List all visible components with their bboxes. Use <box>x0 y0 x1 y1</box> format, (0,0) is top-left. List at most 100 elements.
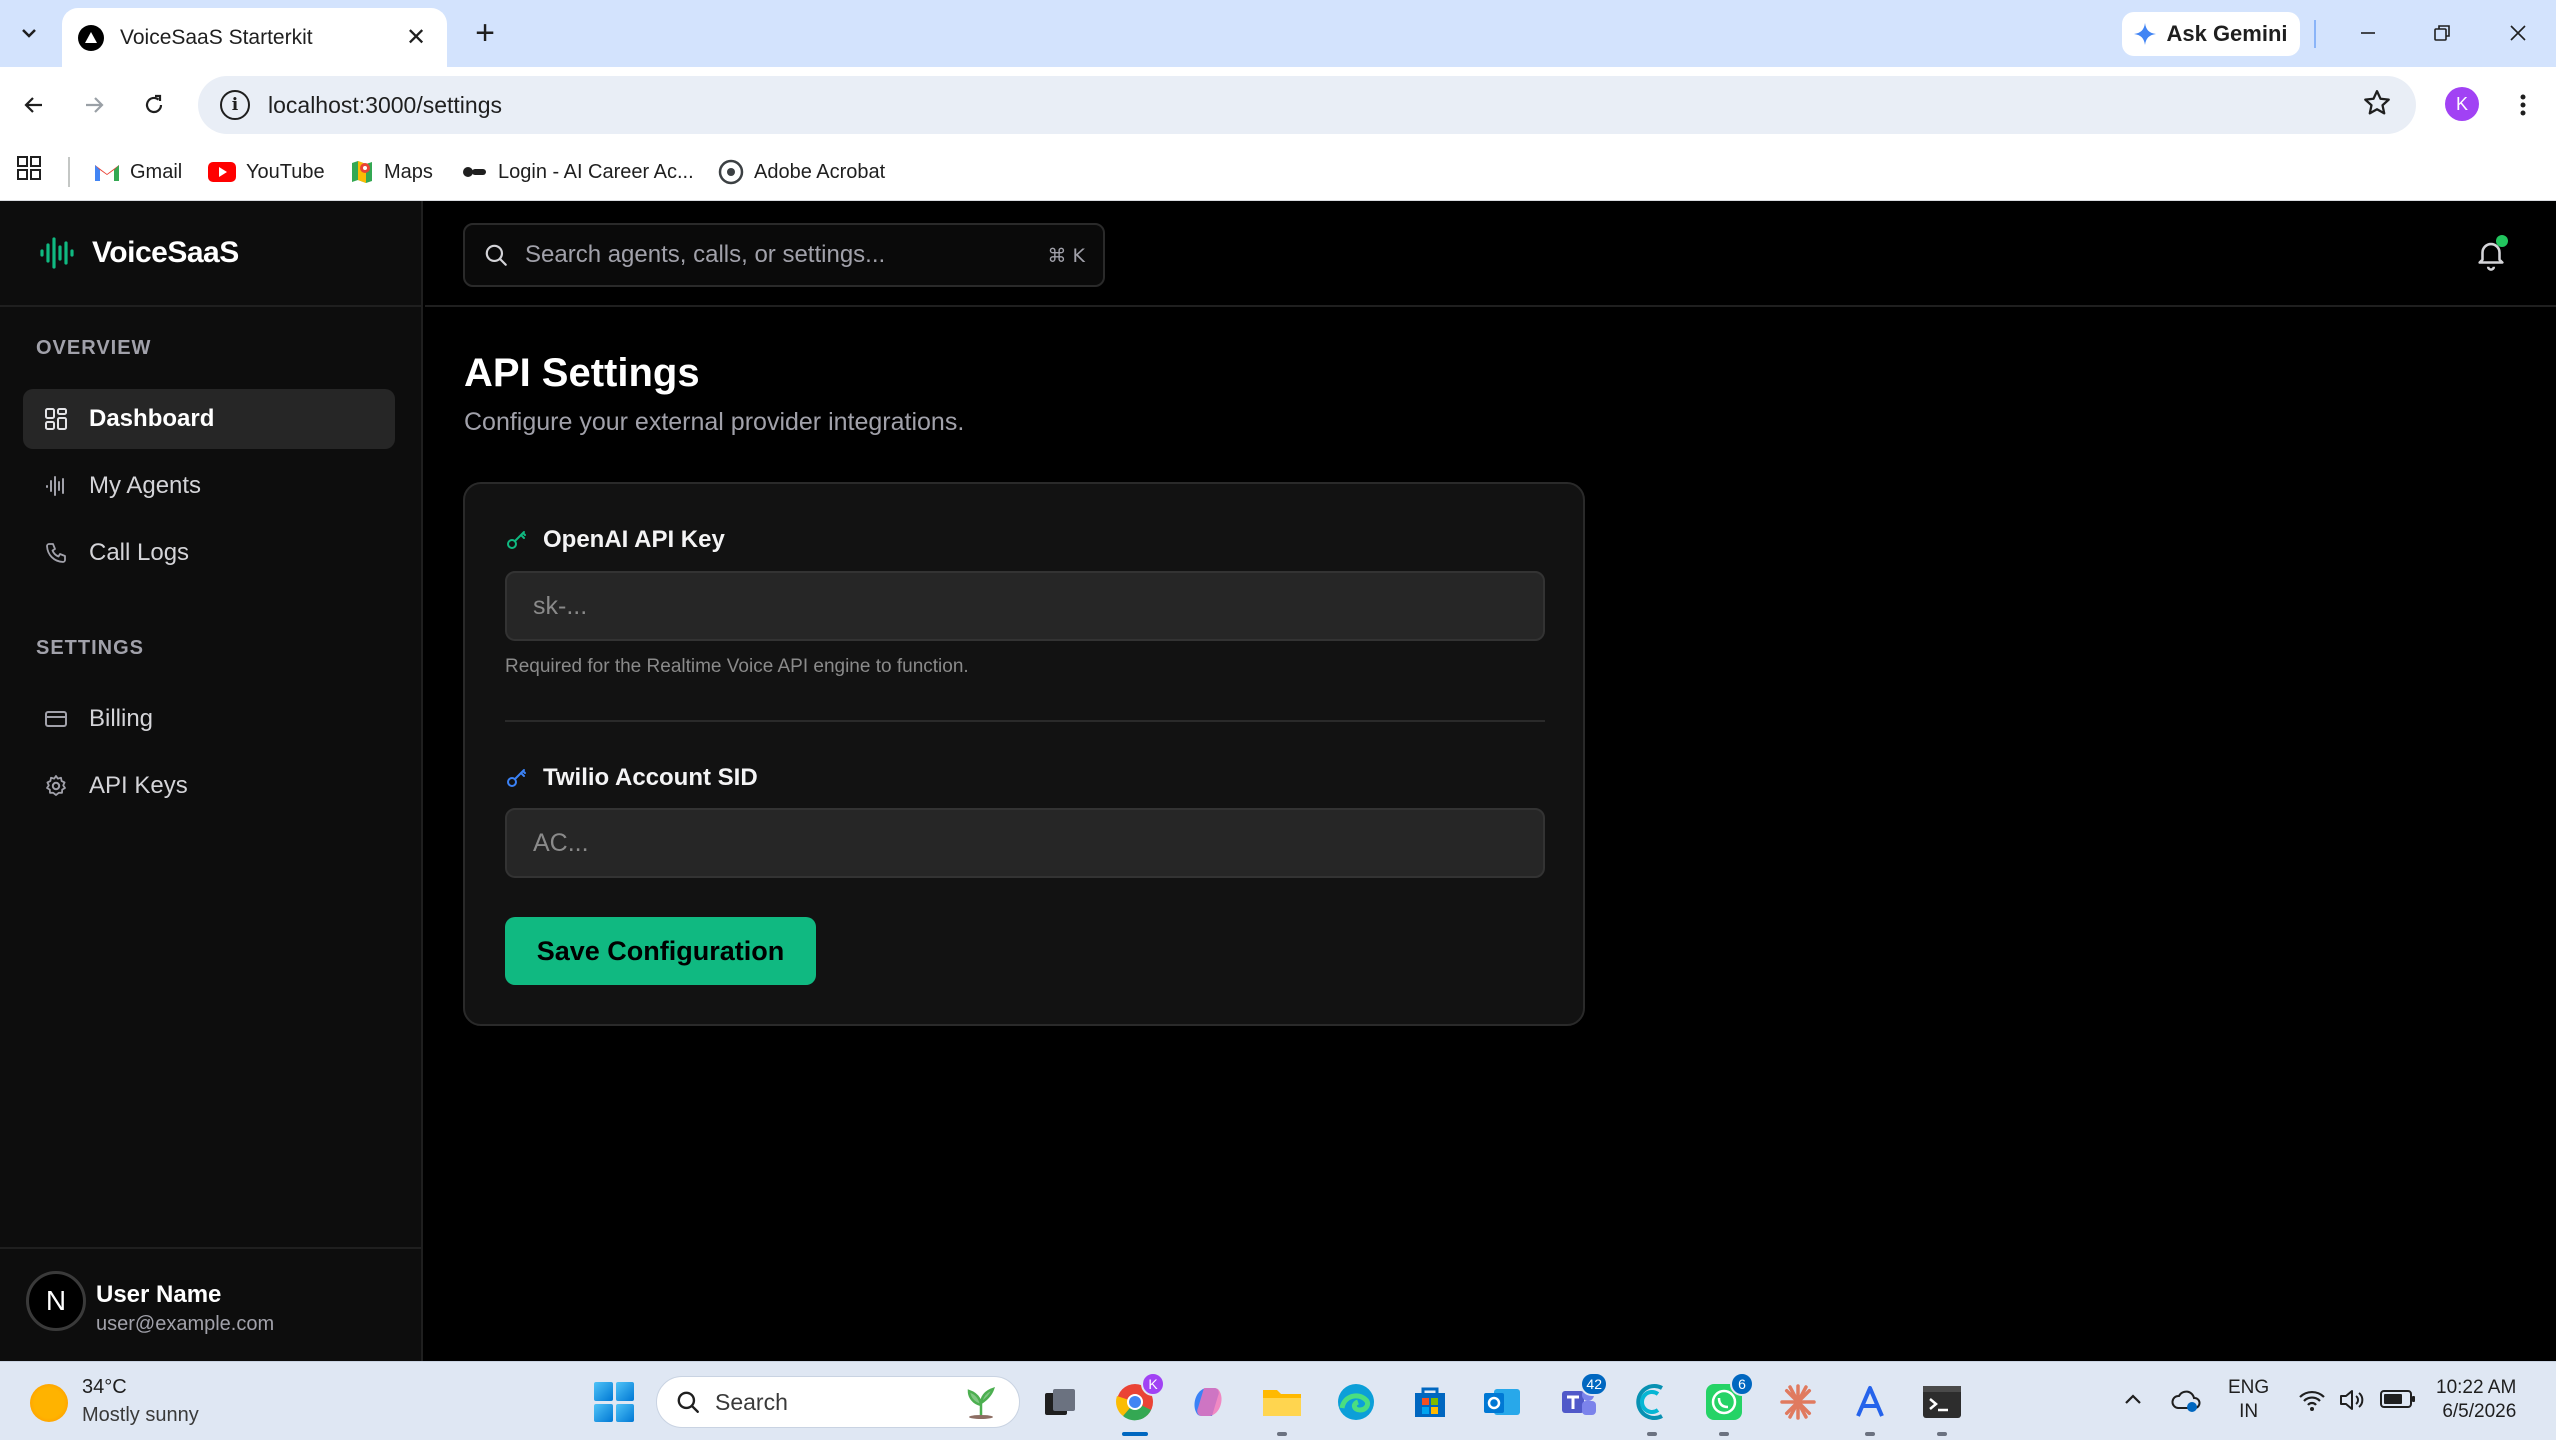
language-indicator[interactable]: ENG IN <box>2228 1376 2269 1424</box>
avatar: N <box>26 1271 86 1331</box>
weather-description[interactable]: Mostly sunny <box>82 1404 199 1427</box>
clock-time: 10:22 AM <box>2436 1377 2517 1398</box>
minimize-button[interactable] <box>2340 12 2396 54</box>
taskbar-copilot[interactable] <box>1184 1378 1232 1426</box>
global-search[interactable]: ⌘ K <box>463 223 1105 287</box>
brand[interactable]: VoiceSaaS <box>0 201 423 307</box>
bookmark-maps[interactable]: Maps <box>350 155 433 189</box>
region-code: IN <box>2239 1401 2259 1422</box>
openai-api-key-input[interactable] <box>505 571 1545 641</box>
volume-button[interactable] <box>2338 1388 2368 1419</box>
notification-badge: 6 <box>1730 1372 1754 1396</box>
restore-button[interactable] <box>2414 12 2470 54</box>
maps-icon <box>352 161 372 183</box>
bookmark-login-ai-career[interactable]: Login - AI Career Ac... <box>462 155 694 189</box>
browser-menu-button[interactable] <box>2508 85 2538 125</box>
gear-icon <box>43 773 69 799</box>
taskbar-file-explorer[interactable] <box>1258 1378 1306 1436</box>
twilio-sid-label: Twilio Account SID <box>505 764 758 792</box>
more-vertical-icon <box>2520 94 2526 116</box>
taskbar-outlook[interactable] <box>1478 1378 1526 1426</box>
tab-search-button[interactable] <box>10 14 48 52</box>
forward-button[interactable] <box>74 85 114 125</box>
taskbar-terminal[interactable] <box>1918 1378 1966 1436</box>
browser-tab[interactable]: VoiceSaaS Starterkit ✕ <box>62 8 447 67</box>
plant-icon <box>967 1387 995 1419</box>
profile-avatar[interactable]: K <box>2445 87 2479 121</box>
sun-icon[interactable] <box>30 1384 68 1422</box>
waveform-logo-icon <box>40 237 74 269</box>
start-button[interactable] <box>594 1382 634 1422</box>
reload-icon <box>145 94 163 114</box>
taskbar-search[interactable]: Search <box>656 1376 1020 1428</box>
twilio-account-sid-input[interactable] <box>505 808 1545 878</box>
taskbar-edge[interactable] <box>1332 1378 1380 1426</box>
close-tab-icon[interactable]: ✕ <box>401 23 431 52</box>
taskbar-task-view[interactable] <box>1036 1378 1084 1426</box>
bookmark-star-icon[interactable] <box>2362 88 2392 118</box>
edge-icon <box>1338 1384 1374 1420</box>
divider <box>68 157 70 187</box>
save-configuration-button[interactable]: Save Configuration <box>505 917 816 985</box>
bookmark-youtube[interactable]: YouTube <box>208 155 325 189</box>
settings-heading: SETTINGS <box>36 637 145 659</box>
user-profile[interactable]: N User Name user@example.com <box>0 1247 423 1361</box>
ask-gemini-button[interactable]: Ask Gemini <box>2122 12 2300 56</box>
notifications-button[interactable] <box>2468 231 2514 277</box>
task-view-icon <box>1045 1389 1075 1415</box>
close-window-button[interactable] <box>2490 12 2546 54</box>
address-bar[interactable]: i localhost:3000/settings <box>198 76 2416 134</box>
sidebar-item-billing[interactable]: Billing <box>23 689 395 749</box>
running-indicator <box>1865 1432 1875 1436</box>
sidebar-item-my-agents[interactable]: My Agents <box>23 456 395 516</box>
search-input[interactable] <box>525 241 1025 269</box>
bookmark-label: Gmail <box>130 160 183 183</box>
back-button[interactable] <box>14 85 54 125</box>
sidebar-item-dashboard[interactable]: Dashboard <box>23 389 395 449</box>
sidebar-item-api-keys[interactable]: API Keys <box>23 756 395 816</box>
url-text[interactable]: localhost:3000/settings <box>268 92 502 119</box>
sidebar-item-call-logs[interactable]: Call Logs <box>23 523 395 583</box>
user-email: user@example.com <box>96 1313 275 1335</box>
tab-title: VoiceSaaS Starterkit <box>120 25 313 49</box>
bookmark-adobe-acrobat[interactable]: Adobe Acrobat <box>718 155 885 189</box>
triangle-logo-icon <box>78 24 104 51</box>
site-info-icon[interactable]: i <box>220 90 250 120</box>
clock[interactable]: 10:22 AM 6/5/2026 <box>2436 1376 2516 1424</box>
openai-help-text: Required for the Realtime Voice API engi… <box>505 656 969 677</box>
taskbar-app-wave[interactable] <box>1628 1378 1676 1436</box>
weather-temperature[interactable]: 34°C <box>82 1376 127 1399</box>
battery-button[interactable] <box>2380 1388 2416 1417</box>
bookmark-label: Login - AI Career Ac... <box>498 160 694 183</box>
profile-badge: K <box>1141 1372 1165 1396</box>
minimize-icon <box>2361 32 2375 34</box>
running-indicator <box>1277 1432 1287 1436</box>
letter-a-app-icon <box>1856 1386 1884 1417</box>
battery-icon <box>2380 1390 2415 1408</box>
taskbar-whatsapp[interactable]: 6 <box>1700 1372 1754 1436</box>
clock-date: 6/5/2026 <box>2442 1401 2517 1422</box>
taskbar-store[interactable] <box>1406 1378 1454 1426</box>
cloud-sync-button[interactable] <box>2170 1388 2202 1421</box>
key-icon <box>507 531 526 549</box>
reload-button[interactable] <box>134 85 174 125</box>
gemini-sparkle-icon <box>2134 23 2157 45</box>
new-tab-button[interactable]: + <box>466 14 504 52</box>
bookmark-gmail[interactable]: Gmail <box>94 155 182 189</box>
wifi-button[interactable] <box>2298 1388 2326 1419</box>
store-icon <box>1415 1387 1445 1417</box>
openai-key-label-text: OpenAI API Key <box>543 526 725 553</box>
sidebar: VoiceSaaS OVERVIEW Dashboard My Agents C… <box>0 201 423 1361</box>
career-icon <box>463 167 486 177</box>
ask-gemini-label: Ask Gemini <box>2166 21 2288 46</box>
running-indicator <box>1647 1432 1657 1436</box>
app-root: VoiceSaaS OVERVIEW Dashboard My Agents C… <box>0 201 2556 1361</box>
taskbar-chrome[interactable]: K <box>1111 1372 1165 1436</box>
cloud-icon <box>2171 1390 2201 1412</box>
taskbar-app-a[interactable] <box>1846 1378 1894 1436</box>
taskbar-teams[interactable]: 42 <box>1554 1372 1608 1426</box>
bookmarks-bar: Gmail YouTube Maps Login - AI Career Ac.… <box>0 143 2556 201</box>
show-hidden-icons-button[interactable] <box>2122 1388 2144 1417</box>
taskbar-claude[interactable] <box>1774 1378 1822 1426</box>
apps-button[interactable] <box>16 155 42 186</box>
